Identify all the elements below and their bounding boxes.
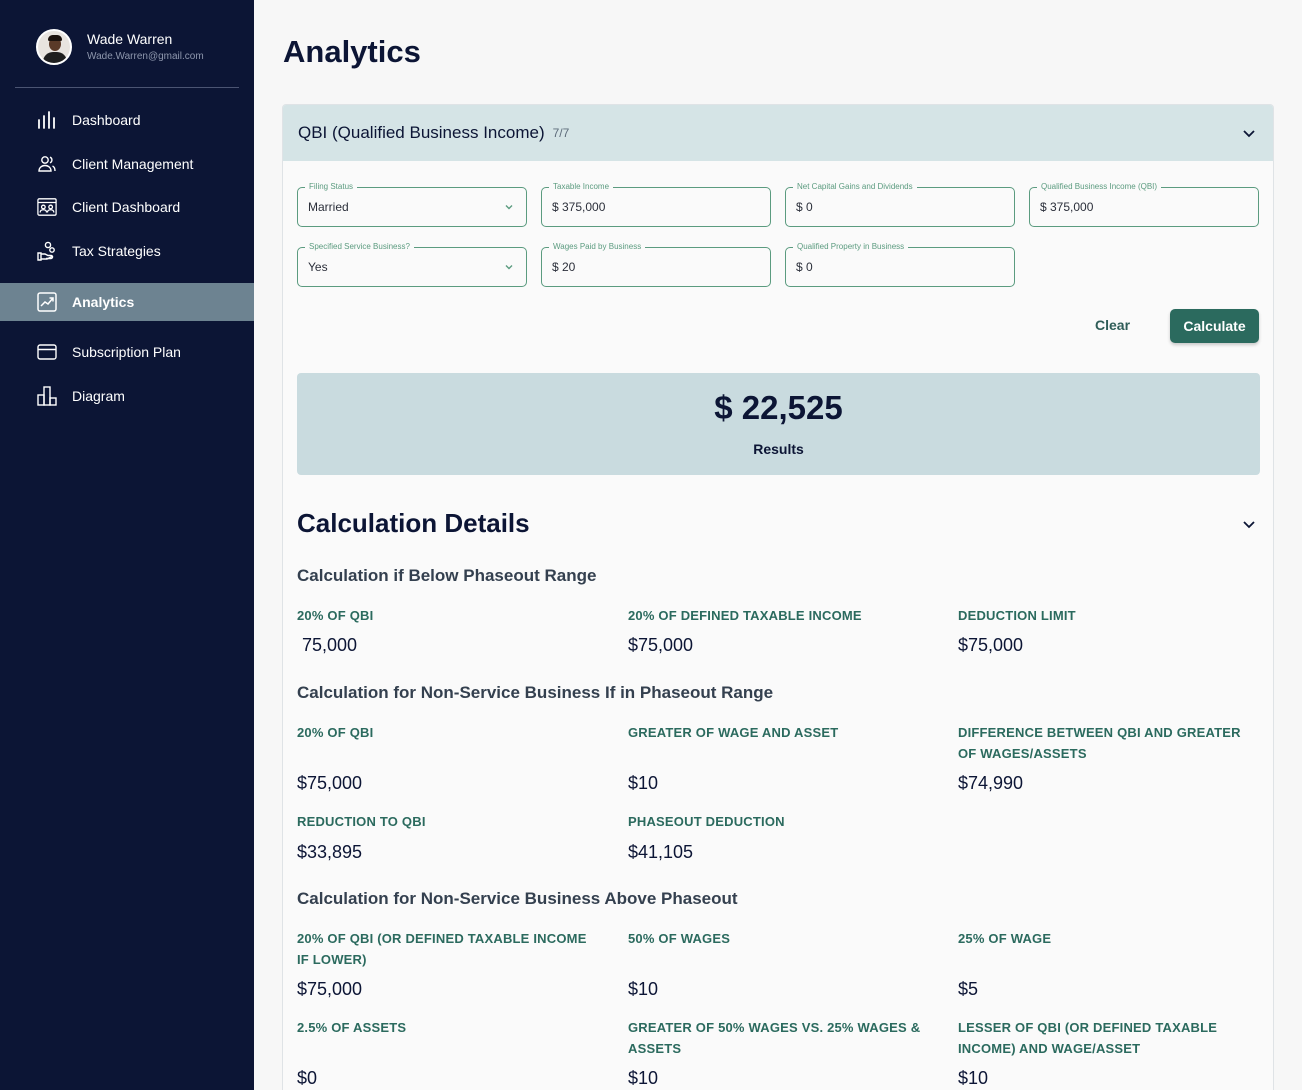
field-label: Wages Paid by Business	[549, 241, 646, 253]
metric-value: $10	[628, 1068, 659, 1088]
field-value: $ 0	[796, 200, 813, 214]
metric-label: 50% OF WAGES	[628, 931, 731, 946]
field-label: Specified Service Business?	[305, 241, 414, 253]
metric-label: GREATER OF 50% WAGES VS. 25% WAGES & ASS…	[628, 1020, 921, 1056]
metric-label: DEDUCTION LIMIT	[958, 608, 1076, 623]
metric-value: $33,895	[297, 842, 363, 862]
bar-chart-icon	[37, 110, 57, 130]
step-indicator: 7/7	[552, 126, 570, 140]
metric-value: $75,000	[628, 635, 694, 655]
qualified-property-field[interactable]: Qualified Property in Business $ 0	[785, 241, 1015, 287]
net-capital-gains-field[interactable]: Net Capital Gains and Dividends $ 0	[785, 181, 1015, 227]
result-panel: $ 22,525 Results	[297, 373, 1260, 475]
result-value: $ 22,525	[714, 389, 843, 426]
chevron-down-icon	[505, 265, 513, 270]
user-email: Wade.Warren@gmail.com	[87, 51, 204, 62]
hand-coins-icon	[37, 241, 57, 261]
sidebar-item-analytics[interactable]: Analytics	[0, 283, 254, 321]
user-name: Wade Warren	[87, 31, 173, 47]
metric-value: $74,990	[958, 773, 1024, 793]
metric-label: DIFFERENCE BETWEEN QBI AND GREATER OF WA…	[958, 725, 1241, 761]
sidebar-item-diagram[interactable]: Diagram	[0, 377, 254, 415]
main-content: Analytics QBI (Qualified Business Income…	[254, 0, 1302, 1090]
user-profile[interactable]: Wade Warren Wade.Warren@gmail.com	[36, 29, 204, 65]
metric-value: $10	[628, 773, 659, 793]
metric-value: $41,105	[628, 842, 694, 862]
metric-label: PHASEOUT DEDUCTION	[628, 814, 785, 829]
field-label: Qualified Property in Business	[793, 241, 909, 253]
chevron-down-icon	[505, 205, 513, 210]
sidebar-item-client-management[interactable]: Client Management	[0, 145, 254, 183]
sidebar-item-label: Dashboard	[72, 112, 141, 128]
section-title: Calculation for Non-Service Business Abo…	[297, 889, 738, 908]
qbi-card-title: QBI (Qualified Business Income)	[298, 123, 545, 142]
metric-label: 20% OF DEFINED TAXABLE INCOME	[628, 608, 862, 623]
trend-chart-icon	[37, 292, 57, 312]
sidebar-item-label: Analytics	[72, 294, 135, 310]
metric-value: $5	[958, 979, 979, 999]
chevron-down-icon[interactable]	[1242, 126, 1256, 140]
qbi-card: QBI (Qualified Business Income) 7/7 Fili…	[282, 104, 1274, 1090]
section-title: Calculation if Below Phaseout Range	[297, 566, 597, 585]
field-value: $ 375,000	[552, 200, 606, 214]
result-label: Results	[753, 441, 804, 457]
credit-card-icon	[37, 342, 57, 362]
page-title: Analytics	[283, 34, 421, 69]
metric-label: 25% OF WAGE	[958, 931, 1052, 946]
sidebar-item-tax-strategies[interactable]: Tax Strategies	[0, 232, 254, 270]
metric-label: GREATER OF WAGE AND ASSET	[628, 725, 839, 740]
metric-label: 20% OF QBI	[297, 608, 374, 623]
clear-button[interactable]: Clear	[1095, 317, 1130, 333]
qbi-card-header[interactable]: QBI (Qualified Business Income) 7/7	[283, 105, 1273, 161]
field-value: $ 375,000	[1040, 200, 1094, 214]
sidebar-item-label: Diagram	[72, 388, 125, 404]
qbi-field[interactable]: Qualified Business Income (QBI) $ 375,00…	[1029, 181, 1259, 227]
sidebar-item-label: Client Management	[72, 156, 194, 172]
diagram-icon	[37, 386, 57, 406]
metric-value: $10	[958, 1068, 989, 1088]
field-label: Taxable Income	[549, 181, 614, 193]
metric-value: 75,000	[302, 635, 358, 655]
metric-value: $0	[297, 1068, 318, 1088]
metric-label: 20% OF QBI	[297, 725, 374, 740]
field-label: Net Capital Gains and Dividends	[793, 181, 917, 193]
calculate-button[interactable]: Calculate	[1170, 309, 1259, 343]
sidebar-item-label: Tax Strategies	[72, 243, 161, 259]
field-value: Yes	[308, 260, 328, 274]
filing-status-select[interactable]: Filing Status Married	[297, 181, 527, 227]
field-value: $ 0	[796, 260, 813, 274]
section-title: Calculation for Non-Service Business If …	[297, 683, 774, 702]
sidebar-item-label: Client Dashboard	[72, 199, 181, 215]
metric-value: $75,000	[297, 773, 363, 793]
wages-field[interactable]: Wages Paid by Business $ 20	[541, 241, 771, 287]
sidebar: Wade Warren Wade.Warren@gmail.com Dashbo…	[0, 0, 254, 1090]
sidebar-item-label: Subscription Plan	[72, 344, 181, 360]
sidebar-item-dashboard[interactable]: Dashboard	[0, 101, 254, 139]
metric-label: LESSER OF QBI (OR DEFINED TAXABLE INCOME…	[958, 1020, 1218, 1056]
metric-value: $75,000	[297, 979, 363, 999]
taxable-income-field[interactable]: Taxable Income $ 375,000	[541, 181, 771, 227]
field-label: Qualified Business Income (QBI)	[1037, 181, 1162, 193]
id-card-icon	[37, 197, 57, 217]
metric-label: REDUCTION TO QBI	[297, 814, 426, 829]
metric-label: 20% OF QBI (OR DEFINED TAXABLE INCOME IF…	[297, 931, 587, 967]
sidebar-divider	[15, 87, 239, 88]
calculation-details-title: Calculation Details	[297, 508, 530, 538]
metric-label: 2.5% OF ASSETS	[297, 1020, 407, 1035]
sidebar-item-client-dashboard[interactable]: Client Dashboard	[0, 188, 254, 226]
field-value: $ 20	[552, 260, 576, 274]
metric-value: $10	[628, 979, 659, 999]
chevron-down-icon[interactable]	[1242, 517, 1256, 531]
metric-value: $75,000	[958, 635, 1024, 655]
sidebar-item-subscription-plan[interactable]: Subscription Plan	[0, 333, 254, 371]
specified-service-select[interactable]: Specified Service Business? Yes	[297, 241, 527, 287]
field-label: Filing Status	[305, 181, 358, 193]
avatar	[36, 29, 72, 65]
field-value: Married	[308, 200, 349, 214]
users-icon	[37, 154, 57, 174]
